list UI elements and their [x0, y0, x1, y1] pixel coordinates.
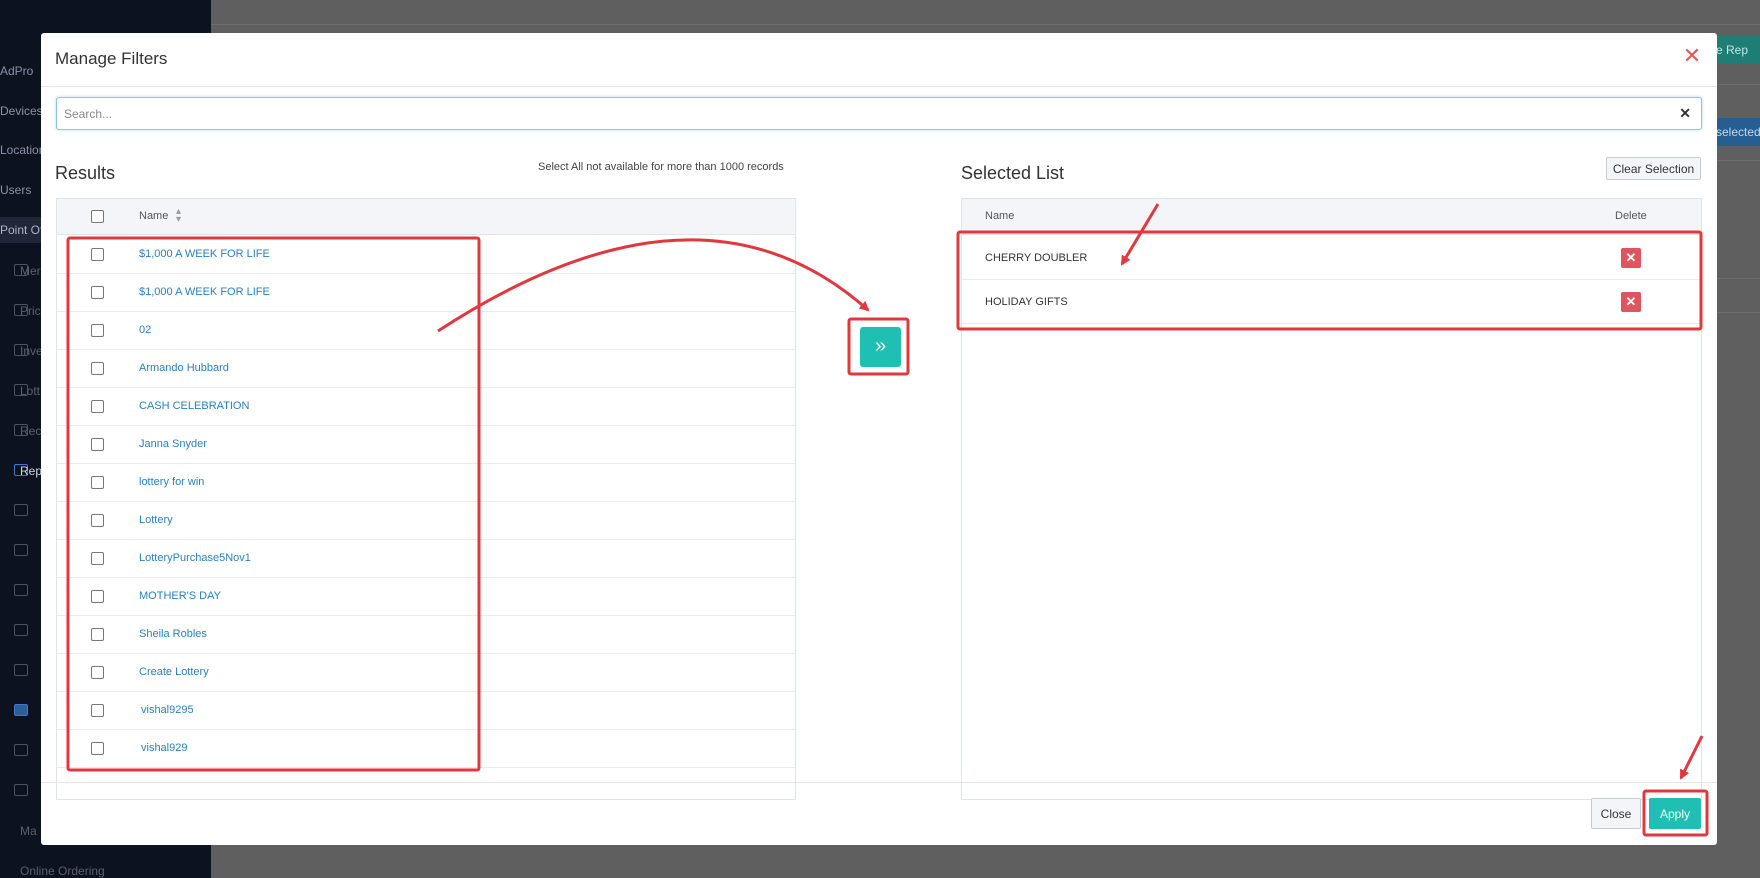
bg-ticket-icon [14, 704, 28, 716]
row-checkbox[interactable] [91, 552, 104, 565]
selected-item-name: HOLIDAY GIFTS [985, 296, 1068, 308]
sort-icon[interactable]: ▴ ▾ [176, 207, 181, 225]
bg-nav-rec: Rec [20, 424, 42, 438]
bg-nav-online-ordering: Online Ordering [20, 864, 105, 878]
move-to-selected-button[interactable]: » [860, 327, 901, 367]
close-button[interactable]: Close [1591, 798, 1641, 829]
row-checkbox[interactable] [91, 248, 104, 261]
footer-divider [41, 782, 1717, 783]
row-checkbox[interactable] [91, 590, 104, 603]
selected-name-column-header: Name [985, 210, 1015, 222]
row-checkbox[interactable] [91, 666, 104, 679]
row-name-link[interactable]: MOTHER'S DAY [139, 590, 221, 602]
select-all-checkbox[interactable] [91, 210, 104, 223]
row-checkbox[interactable] [91, 438, 104, 451]
row-name-link[interactable]: CASH CELEBRATION [139, 400, 249, 412]
bg-nav-devices: Devices [0, 104, 43, 118]
table-row: Lottery [57, 502, 795, 540]
bg-selected-button: selected [1712, 118, 1760, 146]
table-row: Sheila Robles [57, 616, 795, 654]
table-row: LotteryPurchase5Nov1 [57, 540, 795, 578]
selected-table-header: Name Delete [962, 199, 1701, 235]
table-row: vishal9295 [57, 692, 795, 730]
table-row: Armando Hubbard [57, 350, 795, 388]
selected-row: CHERRY DOUBLER ✕ [962, 236, 1701, 280]
table-row: Create Lottery [57, 654, 795, 692]
header-divider [41, 86, 1717, 87]
results-title: Results [55, 163, 116, 183]
row-checkbox[interactable] [91, 286, 104, 299]
selected-item-name: CHERRY DOUBLER [985, 252, 1088, 264]
table-row: 02 [57, 312, 795, 350]
table-row: lottery for win [57, 464, 795, 502]
bg-nav-rep: Rep [20, 464, 43, 478]
bg-chart-icon-2 [14, 584, 28, 596]
search-box: ✕ [56, 97, 1702, 130]
table-row: MOTHER'S DAY [57, 578, 795, 616]
clear-search-icon[interactable]: ✕ [1679, 105, 1691, 122]
row-checkbox[interactable] [91, 742, 104, 755]
select-all-note: Select All not available for more than 1… [538, 161, 784, 173]
row-name-link[interactable]: $1,000 A WEEK FOR LIFE [139, 286, 270, 298]
table-row: Janna Snyder [57, 426, 795, 464]
row-name-link[interactable]: Lottery [139, 514, 173, 526]
delete-column-header: Delete [1615, 210, 1647, 222]
table-row: CASH CELEBRATION [57, 388, 795, 426]
double-chevron-right-icon: » [874, 335, 887, 357]
bg-list-icon [14, 744, 28, 756]
bg-nav-mer: Mer [20, 264, 41, 278]
selected-list-table: Name Delete CHERRY DOUBLER ✕ HOLIDAY GIF… [961, 198, 1702, 800]
selected-row: HOLIDAY GIFTS ✕ [962, 280, 1701, 324]
bg-bookmark-icon [14, 504, 28, 516]
row-name-link[interactable]: 02 [139, 324, 151, 336]
row-name-link[interactable]: Armando Hubbard [139, 362, 229, 374]
row-checkbox[interactable] [91, 704, 104, 717]
row-checkbox[interactable] [91, 628, 104, 641]
row-checkbox[interactable] [91, 362, 104, 375]
search-input[interactable] [57, 98, 1657, 129]
results-table: Name ▴ ▾ $1,000 A WEEK FOR LIFE $1,000 A … [56, 198, 796, 800]
bg-building-icon [14, 664, 28, 676]
clear-selection-button[interactable]: Clear Selection [1606, 157, 1701, 180]
bg-nav-ma: Ma [20, 824, 37, 838]
row-checkbox[interactable] [91, 324, 104, 337]
name-column-header[interactable]: Name [139, 210, 168, 222]
manage-filters-modal: Manage Filters ✕ ✕ Results Select All no… [41, 33, 1717, 845]
apply-button[interactable]: Apply [1649, 798, 1701, 829]
bg-chart-icon-1 [14, 544, 28, 556]
row-name-link[interactable]: Create Lottery [139, 666, 209, 678]
bg-nav-pric: Pric [20, 304, 41, 318]
row-name-link[interactable]: LotteryPurchase5Nov1 [139, 552, 251, 564]
close-icon[interactable]: ✕ [1681, 45, 1703, 67]
bg-chart-icon-3 [14, 624, 28, 636]
table-row: vishal929 [57, 730, 795, 768]
row-name-link[interactable]: Sheila Robles [139, 628, 207, 640]
row-name-link[interactable]: Janna Snyder [139, 438, 207, 450]
bg-bars-icon [14, 784, 28, 796]
bg-nav-lott: Lott [20, 384, 41, 398]
bg-nav-users: Users [0, 183, 32, 197]
modal-title: Manage Filters [55, 49, 168, 68]
bg-nav-inve: Inve [20, 344, 43, 358]
bg-divider [211, 24, 1760, 25]
delete-icon[interactable]: ✕ [1621, 248, 1641, 268]
results-table-header: Name ▴ ▾ [57, 199, 795, 235]
row-checkbox[interactable] [91, 400, 104, 413]
row-name-link[interactable]: $1,000 A WEEK FOR LIFE [139, 248, 270, 260]
bg-nav-adpro: AdPro [0, 64, 34, 78]
row-checkbox[interactable] [91, 514, 104, 527]
delete-icon[interactable]: ✕ [1621, 292, 1641, 312]
selected-list-title: Selected List [961, 163, 1065, 183]
row-name-link[interactable]: vishal929 [141, 742, 187, 754]
row-checkbox[interactable] [91, 476, 104, 489]
table-row: $1,000 A WEEK FOR LIFE [57, 274, 795, 312]
table-row: $1,000 A WEEK FOR LIFE [57, 236, 795, 274]
row-name-link[interactable]: vishal9295 [141, 704, 194, 716]
row-name-link[interactable]: lottery for win [139, 476, 204, 488]
